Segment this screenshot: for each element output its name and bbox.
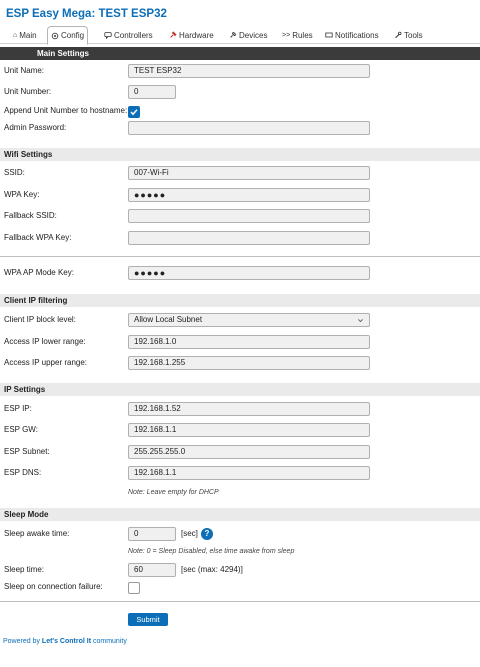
nav-menu: ⌂ Main Config Controllers Hardware Devic… [0, 26, 480, 45]
footer-prefix: Powered by [3, 638, 42, 645]
esp-gw-label: ESP GW: [4, 425, 38, 434]
awake-unit-label: [sec] [181, 529, 198, 538]
tab-rules[interactable]: >> Rules [279, 26, 316, 44]
chevron-down-icon [358, 318, 363, 322]
section-ip-settings: IP Settings [0, 383, 480, 396]
pin-icon [170, 31, 177, 38]
ip-lower-input[interactable]: 192.168.1.0 [128, 335, 370, 349]
tab-config[interactable]: Config [47, 26, 89, 45]
esp-gw-input[interactable]: 192.168.1.1 [128, 423, 370, 437]
fallback-wpa-input[interactable] [128, 231, 370, 245]
home-icon: ⌂ [13, 31, 18, 39]
footer-suffix: community [91, 638, 127, 645]
unit-name-label: Unit Name: [4, 66, 45, 75]
block-level-select[interactable]: Allow Local Subnet [128, 313, 370, 327]
sleep-unit-label: [sec (max: 4294)] [181, 565, 243, 574]
divider [0, 601, 480, 602]
esp-subnet-label: ESP Subnet: [4, 447, 50, 456]
ap-key-label: WPA AP Mode Key: [4, 268, 74, 277]
fallback-wpa-label: Fallback WPA Key: [4, 233, 72, 242]
submit-button[interactable]: Submit [128, 613, 168, 626]
tab-controllers[interactable]: Controllers [101, 26, 156, 44]
append-unit-label: Append Unit Number to hostname: [4, 106, 128, 115]
ap-key-input[interactable]: ●●●●● [128, 266, 370, 280]
esp-dns-input[interactable]: 192.168.1.1 [128, 466, 370, 480]
esp-ip-input[interactable]: 192.168.1.52 [128, 402, 370, 416]
page-title: ESP Easy Mega: TEST ESP32 [6, 8, 167, 20]
tab-label: Main [19, 30, 37, 40]
tab-label: Hardware [179, 30, 214, 40]
tab-main[interactable]: ⌂ Main [10, 26, 40, 44]
tab-devices[interactable]: Devices [226, 26, 270, 44]
append-unit-checkbox[interactable] [128, 106, 140, 118]
sleep-fail-checkbox[interactable] [128, 582, 140, 594]
tab-hardware[interactable]: Hardware [166, 26, 217, 44]
section-main-settings: Main Settings [0, 47, 480, 60]
awake-time-label: Sleep awake time: [4, 529, 70, 538]
tab-label: Controllers [114, 30, 153, 40]
tab-label: Notifications [335, 30, 379, 40]
sleep-time-label: Sleep time: [4, 565, 45, 574]
tab-label: Devices [239, 30, 268, 40]
divider [0, 256, 480, 257]
unit-number-input[interactable]: 0 [128, 85, 176, 99]
sleep-fail-label: Sleep on connection failure: [4, 582, 103, 591]
help-icon[interactable]: ? [201, 528, 213, 540]
sleep-time-input[interactable]: 60 [128, 563, 176, 577]
ssid-input[interactable]: 007-Wi-Fi [128, 166, 370, 180]
unit-name-input[interactable]: TEST ESP32 [128, 64, 370, 78]
sleep-note: Note: 0 = Sleep Disabled, else time awak… [128, 548, 295, 555]
block-level-value: Allow Local Subnet [134, 315, 203, 324]
wpa-key-label: WPA Key: [4, 190, 40, 199]
section-sleep-mode: Sleep Mode [0, 508, 480, 521]
esp-dns-label: ESP DNS: [4, 468, 42, 477]
tab-tools[interactable]: Tools [391, 26, 426, 44]
footer-brand-link[interactable]: Let's Control It [42, 638, 91, 645]
awake-time-input[interactable]: 0 [128, 527, 176, 541]
tab-label: Rules [292, 30, 313, 40]
tab-notifications[interactable]: Notifications [322, 26, 382, 44]
ip-upper-label: Access IP upper range: [4, 358, 88, 367]
admin-password-input[interactable] [128, 121, 370, 135]
gear-icon [51, 32, 59, 39]
block-level-label: Client IP block level: [4, 315, 76, 324]
envelope-icon [325, 32, 333, 38]
ip-upper-input[interactable]: 192.168.1.255 [128, 356, 370, 370]
section-client-ip: Client IP filtering [0, 294, 480, 307]
fallback-ssid-input[interactable] [128, 209, 370, 223]
plug-icon [230, 31, 237, 38]
section-wifi-settings: Wifi Settings [0, 148, 480, 161]
esp-subnet-input[interactable]: 255.255.255.0 [128, 445, 370, 459]
admin-password-label: Admin Password: [4, 123, 67, 132]
unit-number-label: Unit Number: [4, 87, 52, 96]
fallback-ssid-label: Fallback SSID: [4, 211, 57, 220]
arrow-icon: >> [282, 31, 291, 39]
checkmark-icon [130, 109, 138, 116]
wpa-key-input[interactable]: ●●●●● [128, 188, 370, 202]
ssid-label: SSID: [4, 168, 25, 177]
esp-ip-label: ESP IP: [4, 404, 32, 413]
wrench-icon [395, 31, 402, 39]
footer: Powered by Let's Control It community [3, 638, 127, 645]
tab-label: Config [61, 31, 85, 40]
chat-icon [104, 32, 112, 39]
tab-label: Tools [404, 30, 423, 40]
ip-lower-label: Access IP lower range: [4, 337, 86, 346]
dhcp-note: Note: Leave empty for DHCP [128, 489, 219, 496]
